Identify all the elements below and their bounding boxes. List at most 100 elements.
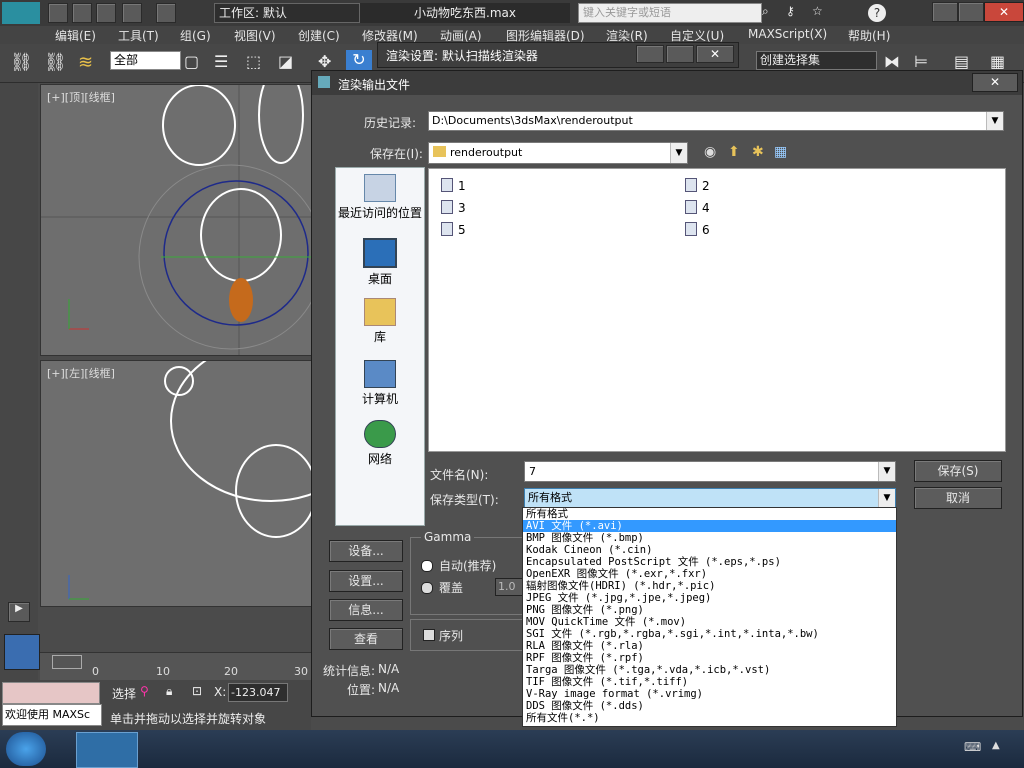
selection-filter-select[interactable]: 全部 <box>110 51 181 70</box>
workspace-select[interactable]: 工作区: 默认 <box>214 3 360 23</box>
cancel-button[interactable]: 取消 <box>914 487 1002 509</box>
redo-icon[interactable] <box>156 3 176 23</box>
graphite-tools-icon[interactable]: ▦ <box>990 52 1012 72</box>
filetype-option[interactable]: Targa 图像文件 (*.tga,*.vda,*.icb,*.vst) <box>523 664 896 676</box>
sequence-checkbox[interactable] <box>423 629 435 641</box>
lock-icon[interactable]: 🔒︎ <box>166 684 172 699</box>
place-desktop[interactable]: 桌面 <box>336 238 424 287</box>
place-computer[interactable]: 计算机 <box>336 360 424 407</box>
new-folder-icon[interactable]: ✱ <box>752 144 764 160</box>
chevron-down-icon[interactable]: ▼ <box>670 143 687 163</box>
maxscript-listener-pink[interactable] <box>2 682 100 704</box>
viewport-layout-icon[interactable] <box>4 634 40 670</box>
filetype-option[interactable]: TIF 图像文件 (*.tif,*.tiff) <box>523 676 896 688</box>
minimize-button[interactable] <box>932 2 958 22</box>
star-icon[interactable]: ☆ <box>812 4 828 20</box>
menu-edit[interactable]: 编辑(E) <box>55 27 96 44</box>
filetype-option[interactable]: SGI 文件 (*.rgb,*.rgba,*.sgi,*.int,*.inta,… <box>523 628 896 640</box>
close-window-button[interactable]: ✕ <box>984 2 1024 22</box>
rectangular-selection-icon[interactable]: ⬚ <box>246 52 268 72</box>
absolute-mode-icon[interactable]: ⊡ <box>192 684 202 698</box>
menu-maxscript[interactable]: MAXScript(X) <box>748 27 827 41</box>
mirror-icon[interactable]: ⧓ <box>884 52 906 72</box>
filetype-option[interactable]: V-Ray image format (*.vrimg) <box>523 688 896 700</box>
viewport-left[interactable]: [+][左][线框] <box>40 360 313 607</box>
setup-button[interactable]: 设置... <box>329 570 403 592</box>
dialog-close-button[interactable]: ✕ <box>972 73 1018 92</box>
filetype-option[interactable]: RPF 图像文件 (*.rpf) <box>523 652 896 664</box>
unlink-icon[interactable]: ⛓ <box>44 52 68 74</box>
menu-view[interactable]: 视图(V) <box>234 27 276 44</box>
expand-arrow-icon[interactable]: ▶ <box>8 602 30 622</box>
render-setup-window[interactable]: 渲染设置: 默认扫描线渲染器 ✕ <box>377 42 739 68</box>
search-input[interactable]: 键入关键字或短语 <box>578 3 762 23</box>
bind-space-warp-icon[interactable]: ≋ <box>78 52 102 74</box>
menu-tools[interactable]: 工具(T) <box>118 27 159 44</box>
filetype-option[interactable]: Encapsulated PostScript 文件 (*.eps,*.ps) <box>523 556 896 568</box>
file-item[interactable]: 2 <box>685 178 710 193</box>
move-icon[interactable]: ✥ <box>318 52 340 72</box>
menu-help[interactable]: 帮助(H) <box>848 27 890 44</box>
gamma-override-radio[interactable] <box>421 582 433 594</box>
history-combo[interactable]: D:\Documents\3dsMax\renderoutput ▼ <box>428 111 1004 131</box>
tray-arrow-icon[interactable]: ▲ <box>992 740 1006 754</box>
align-icon[interactable]: ⊨ <box>914 52 936 72</box>
chevron-down-icon[interactable]: ▼ <box>986 112 1003 130</box>
maximize-button[interactable] <box>958 2 984 22</box>
file-list[interactable]: 1 2 3 4 5 6 <box>428 168 1006 452</box>
filetype-combo[interactable]: 所有格式 ▼ <box>524 488 896 508</box>
filetype-option[interactable]: JPEG 文件 (*.jpg,*.jpe,*.jpeg) <box>523 592 896 604</box>
window-crossing-icon[interactable]: ◪ <box>278 52 300 72</box>
link-icon[interactable]: ⛓ <box>10 52 34 74</box>
file-item[interactable]: 5 <box>441 222 466 237</box>
save-button[interactable]: 保存(S) <box>914 460 1002 482</box>
filetype-option[interactable]: BMP 图像文件 (*.bmp) <box>523 532 896 544</box>
keyboard-icon[interactable]: ⌨ <box>964 740 982 754</box>
key-icon[interactable]: ⚷ <box>786 4 802 20</box>
place-recent[interactable]: 最近访问的位置 <box>336 174 424 221</box>
timeline[interactable]: 0 10 20 30 <box>40 652 311 681</box>
chevron-down-icon[interactable]: ▼ <box>878 462 895 481</box>
render-setup-minimize[interactable] <box>636 45 664 63</box>
file-item[interactable]: 1 <box>441 178 466 193</box>
view-button[interactable]: 查看 <box>329 628 403 650</box>
x-coordinate-input[interactable]: -123.047 <box>228 683 288 702</box>
maxscript-welcome[interactable]: 欢迎使用 MAXSc <box>2 704 102 726</box>
select-by-name-icon[interactable]: ☰ <box>214 52 236 72</box>
menu-group[interactable]: 组(G) <box>180 27 211 44</box>
file-item[interactable]: 3 <box>441 200 466 215</box>
start-button-icon[interactable] <box>6 732 46 766</box>
filetype-option[interactable]: 所有格式 <box>523 508 896 520</box>
filetype-option[interactable]: RLA 图像文件 (*.rla) <box>523 640 896 652</box>
view-menu-icon[interactable]: ▦ <box>774 144 787 160</box>
file-item[interactable]: 6 <box>685 222 710 237</box>
filename-combo[interactable]: 7 ▼ <box>524 461 896 482</box>
viewport-top[interactable]: [+][顶][线框] <box>40 84 313 356</box>
place-network[interactable]: 网络 <box>336 420 424 467</box>
filetype-option[interactable]: OpenEXR 图像文件 (*.exr,*.fxr) <box>523 568 896 580</box>
save-in-combo[interactable]: renderoutput ▼ <box>428 142 688 164</box>
filetype-dropdown[interactable]: 所有格式 AVI 文件 (*.avi) BMP 图像文件 (*.bmp) Kodak … <box>522 507 897 727</box>
taskbar-3dsmax-icon[interactable] <box>76 732 138 768</box>
filetype-option[interactable]: AVI 文件 (*.avi) <box>523 520 896 532</box>
render-setup-maximize[interactable] <box>666 45 694 63</box>
chevron-down-icon[interactable]: ▼ <box>878 489 895 507</box>
pin-icon[interactable]: ⚲ <box>140 684 149 698</box>
filetype-option[interactable]: Kodak Cineon (*.cin) <box>523 544 896 556</box>
place-library[interactable]: 库 <box>336 298 424 345</box>
select-object-icon[interactable]: ▢ <box>184 52 206 72</box>
new-file-icon[interactable] <box>48 3 68 23</box>
save-file-icon[interactable] <box>96 3 116 23</box>
open-file-icon[interactable] <box>72 3 92 23</box>
filetype-option[interactable]: 所有文件(*.*) <box>523 712 896 724</box>
gamma-auto-radio[interactable] <box>421 560 433 572</box>
devices-button[interactable]: 设备... <box>329 540 403 562</box>
undo-icon[interactable] <box>122 3 142 23</box>
filetype-option[interactable]: MOV QuickTime 文件 (*.mov) <box>523 616 896 628</box>
render-setup-close[interactable]: ✕ <box>696 45 734 63</box>
app-logo-icon[interactable] <box>2 2 40 24</box>
time-slider-handle[interactable] <box>52 655 82 669</box>
layer-manager-icon[interactable]: ▤ <box>954 52 976 72</box>
help-icon[interactable]: ? <box>868 4 886 22</box>
filetype-option[interactable]: DDS 图像文件 (*.dds) <box>523 700 896 712</box>
